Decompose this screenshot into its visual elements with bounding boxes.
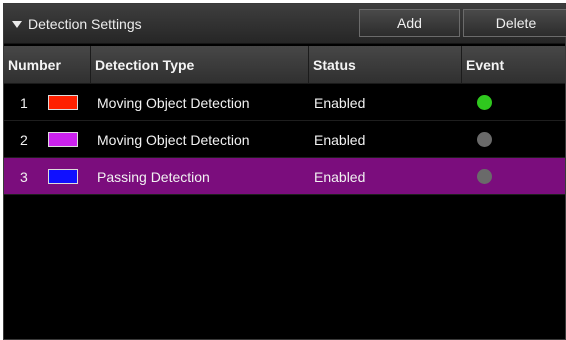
table-header: Number Detection Type Status Event bbox=[4, 46, 565, 84]
event-indicator-icon bbox=[477, 95, 492, 110]
detection-type: Passing Detection bbox=[97, 168, 210, 185]
column-header-number[interactable]: Number bbox=[4, 46, 91, 84]
panel-title-toggle[interactable]: Detection Settings bbox=[12, 4, 142, 44]
status-text: Enabled bbox=[314, 131, 366, 148]
table-row[interactable]: 2 Moving Object Detection Enabled bbox=[4, 121, 565, 158]
panel-title: Detection Settings bbox=[28, 16, 142, 32]
row-number: 2 bbox=[20, 131, 28, 148]
status-text: Enabled bbox=[314, 168, 366, 185]
row-number: 1 bbox=[20, 94, 28, 111]
color-swatch bbox=[48, 169, 78, 184]
table-row[interactable]: 3 Passing Detection Enabled bbox=[4, 158, 565, 195]
column-header-event[interactable]: Event bbox=[462, 46, 566, 84]
event-indicator-icon bbox=[477, 132, 492, 147]
collapse-triangle-icon[interactable] bbox=[12, 20, 22, 28]
event-indicator-icon bbox=[477, 169, 492, 184]
table-row[interactable]: 1 Moving Object Detection Enabled bbox=[4, 84, 565, 121]
detection-settings-panel: Detection Settings Add Delete Number Det… bbox=[3, 3, 566, 340]
color-swatch bbox=[48, 132, 78, 147]
detection-type: Moving Object Detection bbox=[97, 94, 250, 111]
column-header-status[interactable]: Status bbox=[309, 46, 462, 84]
color-swatch bbox=[48, 95, 78, 110]
detection-type: Moving Object Detection bbox=[97, 131, 250, 148]
add-button[interactable]: Add bbox=[359, 9, 460, 37]
status-text: Enabled bbox=[314, 94, 366, 111]
panel-header: Detection Settings Add Delete bbox=[4, 4, 566, 44]
delete-button[interactable]: Delete bbox=[463, 9, 566, 37]
column-header-detection-type[interactable]: Detection Type bbox=[91, 46, 309, 84]
row-number: 3 bbox=[20, 168, 28, 185]
